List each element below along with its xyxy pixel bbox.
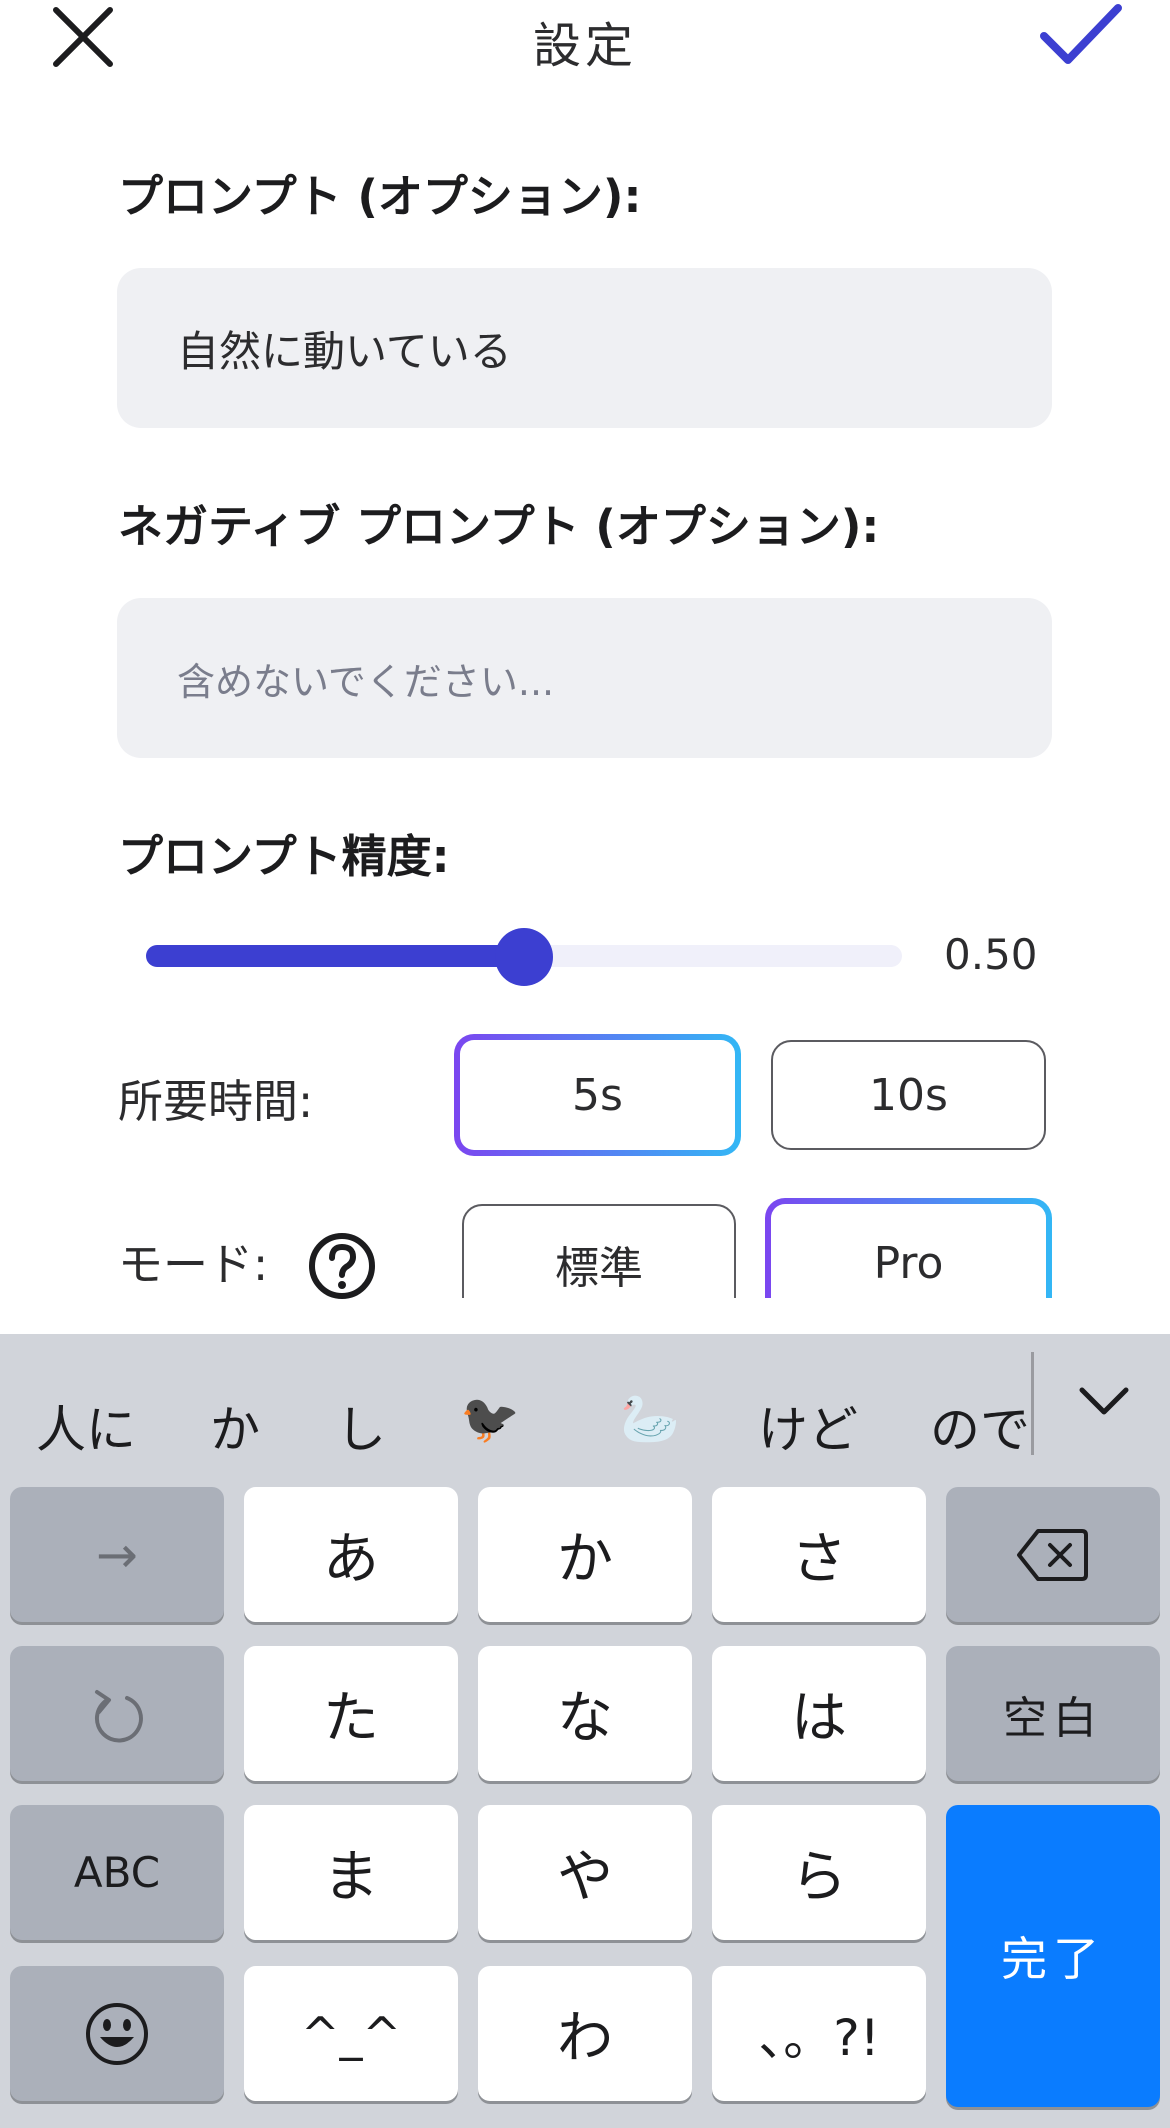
prompt-input[interactable]: 自然に動いている (117, 268, 1052, 428)
negative-prompt-input[interactable]: 含めないでください... (117, 598, 1052, 758)
prompt-label: プロンプト (オプション): (118, 170, 642, 223)
page-title: 設定 (532, 18, 637, 74)
key-ha[interactable]: は (712, 1646, 926, 1781)
key-na[interactable]: な (478, 1646, 692, 1781)
accuracy-slider-fill (146, 945, 524, 967)
prompt-input-value: 自然に動いている (177, 326, 512, 376)
key-backspace[interactable] (946, 1487, 1160, 1622)
suggestion-item[interactable]: 🦢 (620, 1390, 680, 1447)
collapse-suggestions-button[interactable] (1076, 1382, 1132, 1422)
key-arrow-right[interactable]: → (10, 1487, 224, 1622)
key-abc[interactable]: ABC (10, 1805, 224, 1940)
suggestion-item[interactable]: 人に (36, 1390, 136, 1462)
suggestion-item[interactable]: か (210, 1390, 260, 1462)
help-circle-icon[interactable] (308, 1232, 376, 1300)
mode-options: 標準 Pro (440, 1190, 1080, 1298)
chevron-down-icon (1079, 1387, 1129, 1415)
mode-label: モード: (118, 1238, 269, 1291)
duration-option-10s[interactable]: 10s (771, 1040, 1046, 1150)
suggestion-divider (1031, 1352, 1034, 1455)
key-undo[interactable] (10, 1646, 224, 1781)
backspace-icon (1017, 1528, 1088, 1581)
key-ta[interactable]: た (244, 1646, 458, 1781)
emoji-icon (86, 2002, 148, 2065)
accuracy-value: 0.50 (944, 930, 1038, 979)
key-a[interactable]: あ (244, 1487, 458, 1622)
key-ra[interactable]: ら (712, 1805, 926, 1940)
key-ma[interactable]: ま (244, 1805, 458, 1940)
suggestion-item[interactable]: けど (758, 1390, 858, 1462)
negative-prompt-placeholder: 含めないでください... (177, 659, 555, 704)
key-space[interactable]: 空白 (946, 1646, 1160, 1781)
mode-option-standard[interactable]: 標準 (462, 1204, 736, 1298)
key-wa[interactable]: わ (478, 1966, 692, 2101)
key-emoji[interactable] (10, 1966, 224, 2101)
key-punctuation[interactable]: 、。?! (712, 1966, 926, 2101)
suggestion-item[interactable]: 🐦‍⬛ (460, 1390, 520, 1447)
accuracy-label: プロンプト精度: (118, 830, 450, 883)
confirm-button[interactable] (1036, 0, 1126, 75)
key-sa[interactable]: さ (712, 1487, 926, 1622)
key-ka[interactable]: か (478, 1487, 692, 1622)
mode-option-pro[interactable]: Pro (765, 1198, 1052, 1298)
suggestion-item[interactable]: し (336, 1390, 386, 1462)
key-ya[interactable]: や (478, 1805, 692, 1940)
undo-icon (94, 1689, 143, 1742)
suggestion-item[interactable]: ので (930, 1390, 1030, 1462)
key-done[interactable]: 完了 (946, 1805, 1160, 2107)
checkmark-icon (1040, 4, 1122, 64)
duration-option-5s[interactable]: 5s (454, 1034, 741, 1156)
negative-prompt-label: ネガティブ プロンプト (オプション): (118, 500, 880, 553)
duration-label: 所要時間: (118, 1075, 314, 1128)
accuracy-slider-thumb[interactable] (495, 928, 553, 986)
key-kaomoji[interactable]: ^_^ (244, 1966, 458, 2101)
